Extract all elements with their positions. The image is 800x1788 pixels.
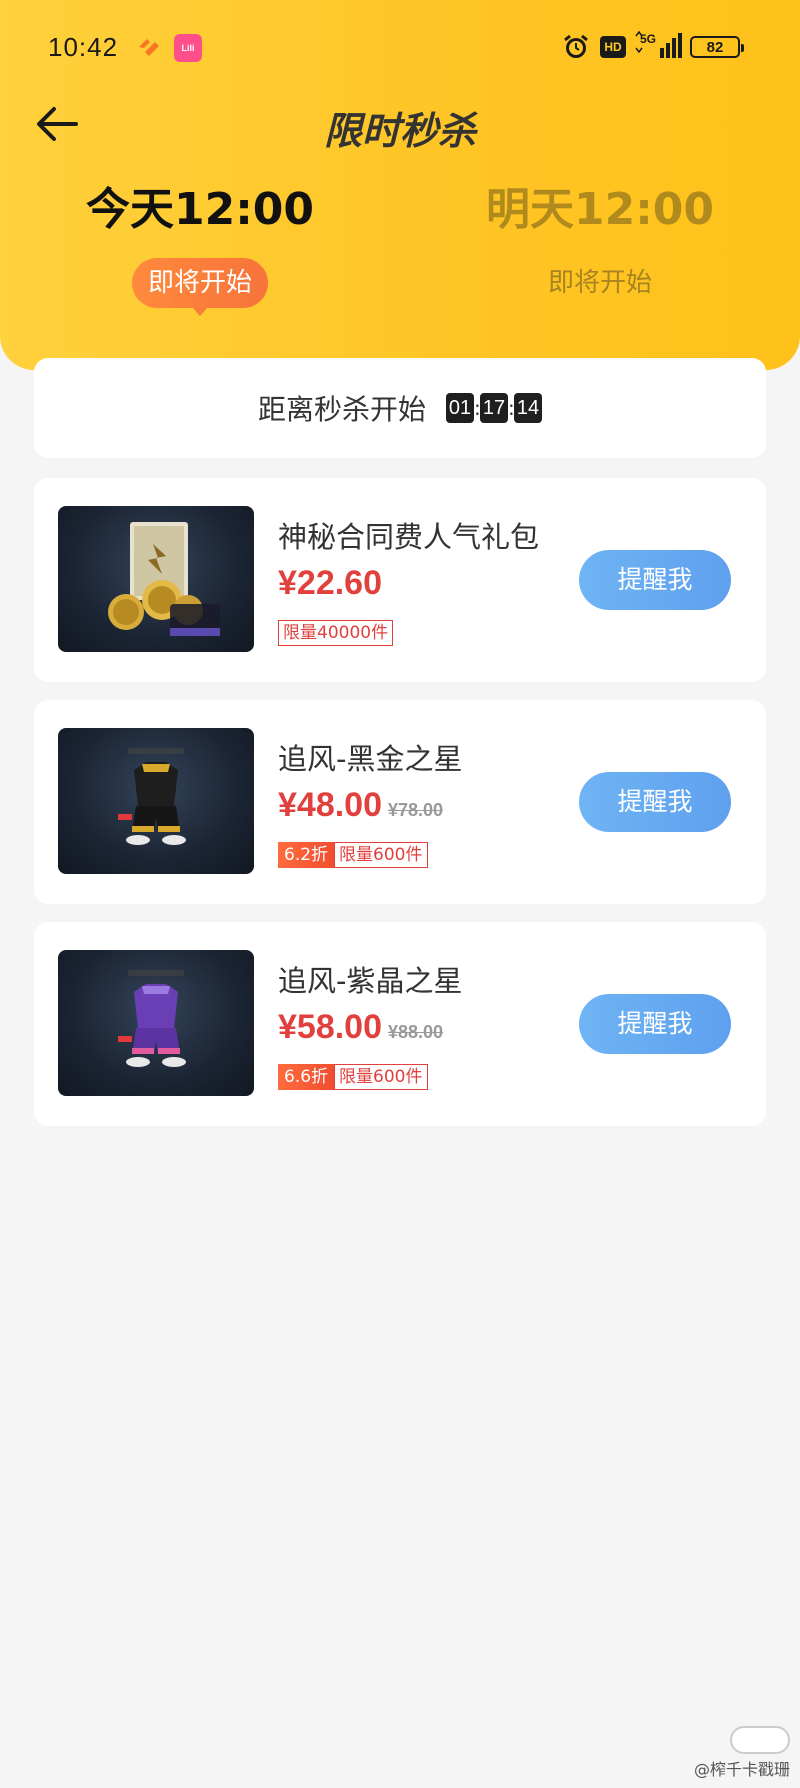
countdown-hours: 01 [446,393,474,423]
session-status-label: 即将开始 [547,268,652,298]
remind-me-button[interactable]: 提醒我 [579,550,731,610]
session-time: 明天12:00 [485,184,715,235]
battery-level: 82 [706,38,724,56]
alarm-icon [564,34,588,58]
limit-tag: 限量40000件 [278,620,394,646]
app-notification-icon [139,39,159,56]
countdown-label: 距离秒杀开始 [257,393,426,426]
limit-tag: 限量600件 [334,842,428,868]
product-price: ¥48.00 [278,786,382,824]
session-status-pill: 即将开始 [131,258,268,316]
countdown-card: 距离秒杀开始 01 : 17 : 14 [34,358,766,458]
original-price: ¥88.00 [388,1022,444,1042]
discount-tag: 6.6折 [278,1064,335,1090]
product-tags: 6.6折 限量600件 [278,1064,428,1090]
product-price-row: ¥22.60 [278,564,382,603]
product-price-row: ¥58.00 ¥88.00 [278,1008,443,1047]
page-title: 限时秒杀 [323,109,476,153]
product-price: ¥58.00 [278,1008,382,1046]
product-name: 追风-紫晶之星 [278,964,463,998]
product-name: 追风-黑金之星 [278,742,463,776]
status-bar: 10:42 Lili HD 5G 82 [0,0,800,96]
discount-tag: 6.2折 [278,842,335,868]
original-price: ¥78.00 [388,800,444,820]
product-card[interactable]: 神秘合同费人气礼包 ¥22.60 限量40000件 提醒我 [34,478,766,682]
watermark: @榨千卡戳珊 [694,1760,791,1779]
status-time: 10:42 [48,32,119,62]
product-name: 神秘合同费人气礼包 [278,520,540,554]
product-image-black-gold-outfit[interactable] [58,728,254,874]
product-tags: 6.2折 限量600件 [278,842,428,868]
remind-me-button[interactable]: 提醒我 [579,772,731,832]
limit-tag: 限量600件 [334,1064,428,1090]
product-card[interactable]: 追风-黑金之星 ¥48.00 ¥78.00 6.2折 限量600件 提醒我 [34,700,766,904]
product-image-gift-pack[interactable] [58,506,254,652]
lili-app-icon: Lili [174,34,202,62]
remind-me-button[interactable]: 提醒我 [579,994,731,1054]
product-card[interactable]: 追风-紫晶之星 ¥58.00 ¥88.00 6.6折 限量600件 提醒我 [34,922,766,1126]
product-image-purple-crystal-outfit[interactable] [58,950,254,1096]
session-time: 今天12:00 [85,184,315,235]
product-price-row: ¥48.00 ¥78.00 [278,786,443,825]
countdown-seconds: 14 [514,393,542,423]
hd-badge: HD [600,36,626,58]
countdown-minutes: 17 [480,393,508,423]
product-price: ¥22.60 [278,564,382,602]
session-tab-today[interactable]: 今天12:00 即将开始 [0,180,400,316]
session-tab-tomorrow[interactable]: 明天12:00 即将开始 [400,180,800,308]
watermark-logo [730,1726,790,1754]
signal-5g-icon: 5G [634,30,684,60]
product-tags: 限量40000件 [278,620,394,646]
battery-icon: 82 [690,36,744,58]
